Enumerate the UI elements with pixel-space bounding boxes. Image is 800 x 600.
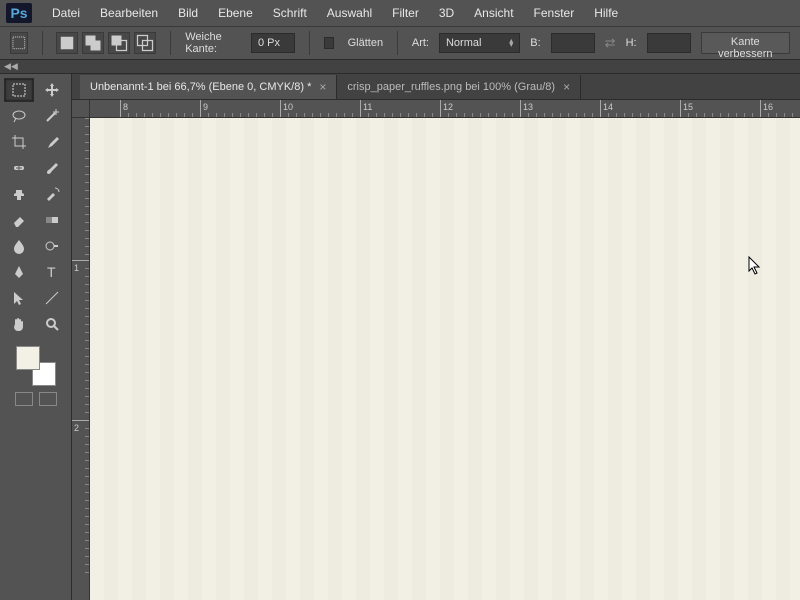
document-tabstrip: Unbenannt-1 bei 66,7% (Ebene 0, CMYK/8) … <box>72 74 800 100</box>
clone-stamp-tool[interactable] <box>4 182 34 206</box>
menu-bild[interactable]: Bild <box>168 2 208 24</box>
line-tool[interactable] <box>37 286 67 310</box>
menu-auswahl[interactable]: Auswahl <box>317 2 382 24</box>
menu-ebene[interactable]: Ebene <box>208 2 263 24</box>
close-icon[interactable]: × <box>563 80 570 94</box>
history-brush-tool[interactable] <box>37 182 67 206</box>
height-label: H: <box>626 37 637 49</box>
magic-wand-tool[interactable] <box>37 104 67 128</box>
antialias-checkbox[interactable] <box>324 37 334 49</box>
dodge-tool[interactable] <box>37 234 67 258</box>
swap-icon[interactable]: ⇄ <box>605 35 616 51</box>
canvas-container: 8910111213141516 12 <box>72 100 800 600</box>
doc-tab-label: crisp_paper_ruffles.png bei 100% (Grau/8… <box>347 81 555 93</box>
crop-tool[interactable] <box>4 130 34 154</box>
ruler-origin[interactable] <box>72 100 90 118</box>
selection-mode-group <box>56 32 156 54</box>
antialias-label: Glätten <box>348 37 383 49</box>
selection-subtract-icon[interactable] <box>108 32 130 54</box>
menu-hilfe[interactable]: Hilfe <box>584 2 628 24</box>
type-tool[interactable]: T <box>37 260 67 284</box>
refine-edge-button[interactable]: Kante verbessern <box>701 32 790 54</box>
menu-bar: Ps Datei Bearbeiten Bild Ebene Schrift A… <box>0 0 800 26</box>
doc-tab-label: Unbenannt-1 bei 66,7% (Ebene 0, CMYK/8) … <box>90 81 311 93</box>
ruler-horizontal[interactable]: 8910111213141516 <box>90 100 800 118</box>
marquee-tool[interactable] <box>4 78 34 102</box>
ruler-vertical[interactable]: 12 <box>72 118 90 600</box>
menu-filter[interactable]: Filter <box>382 2 429 24</box>
menu-3d[interactable]: 3D <box>429 2 464 24</box>
move-tool[interactable] <box>37 78 67 102</box>
brush-tool[interactable] <box>37 156 67 180</box>
doc-tab-2[interactable]: crisp_paper_ruffles.png bei 100% (Grau/8… <box>337 75 581 99</box>
hand-tool[interactable] <box>4 312 34 336</box>
menu-schrift[interactable]: Schrift <box>263 2 317 24</box>
document-area: Unbenannt-1 bei 66,7% (Ebene 0, CMYK/8) … <box>72 74 800 600</box>
path-selection-tool[interactable] <box>4 286 34 310</box>
tool-preset-icon[interactable] <box>10 32 28 54</box>
svg-text:T: T <box>47 264 56 280</box>
color-swatches[interactable] <box>16 346 56 386</box>
app-logo: Ps <box>6 3 32 23</box>
feather-label: Weiche Kante: <box>185 31 241 55</box>
options-bar: Weiche Kante: Glätten Art: Normal ▴▾ B: … <box>0 26 800 60</box>
eraser-tool[interactable] <box>4 208 34 232</box>
selection-new-icon[interactable] <box>56 32 78 54</box>
doc-tab-1[interactable]: Unbenannt-1 bei 66,7% (Ebene 0, CMYK/8) … <box>80 75 337 99</box>
feather-input[interactable] <box>251 33 295 53</box>
quickmask-icon[interactable] <box>15 392 33 406</box>
menu-ansicht[interactable]: Ansicht <box>464 2 523 24</box>
pen-tool[interactable] <box>4 260 34 284</box>
selection-add-icon[interactable] <box>82 32 104 54</box>
close-icon[interactable]: × <box>319 80 326 94</box>
gradient-tool[interactable] <box>37 208 67 232</box>
selection-intersect-icon[interactable] <box>134 32 156 54</box>
eyedropper-tool[interactable] <box>37 130 67 154</box>
lasso-tool[interactable] <box>4 104 34 128</box>
panel-collapse-strip[interactable]: ◀◀ <box>0 60 800 74</box>
healing-brush-tool[interactable] <box>4 156 34 180</box>
zoom-tool[interactable] <box>37 312 67 336</box>
menu-fenster[interactable]: Fenster <box>524 2 585 24</box>
toolbox: T <box>0 74 72 600</box>
style-label: Art: <box>412 37 429 49</box>
height-input[interactable] <box>647 33 691 53</box>
screenmode-icon[interactable] <box>39 392 57 406</box>
style-value: Normal <box>446 37 481 49</box>
style-select[interactable]: Normal ▴▾ <box>439 33 520 53</box>
width-label: B: <box>530 37 540 49</box>
workspace: T Unbenannt-1 bei 66,7% (Ebene 0, CMYK/8… <box>0 74 800 600</box>
chevron-updown-icon: ▴▾ <box>509 39 513 47</box>
menu-bearbeiten[interactable]: Bearbeiten <box>90 2 168 24</box>
menu-datei[interactable]: Datei <box>42 2 90 24</box>
canvas[interactable] <box>90 118 800 600</box>
foreground-color-swatch[interactable] <box>16 346 40 370</box>
width-input[interactable] <box>551 33 595 53</box>
blur-tool[interactable] <box>4 234 34 258</box>
